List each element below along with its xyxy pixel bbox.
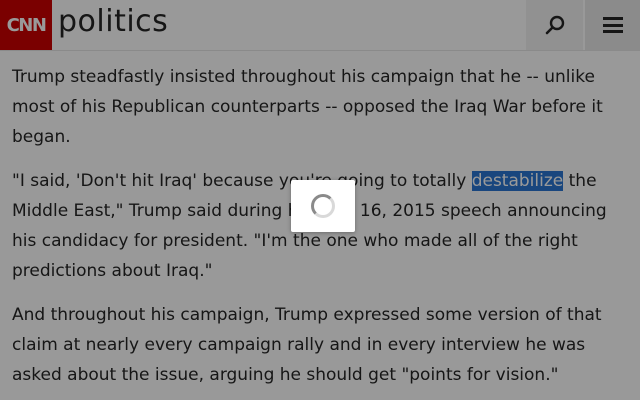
loading-dialog xyxy=(291,180,355,232)
loading-spinner-icon xyxy=(311,194,335,218)
loading-overlay xyxy=(0,0,640,400)
